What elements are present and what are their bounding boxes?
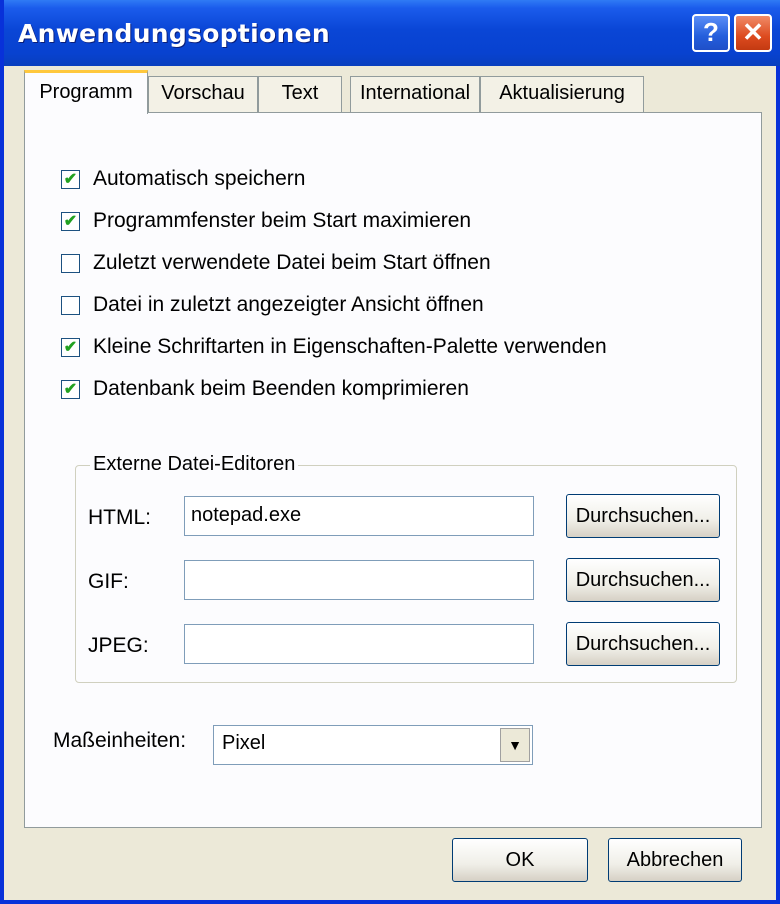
jpeg-label: JPEG: — [88, 634, 149, 657]
tab-vorschau[interactable]: Vorschau — [148, 76, 258, 112]
ok-button[interactable]: OK — [452, 838, 588, 882]
external-editors-group: Externe Datei-Editoren HTML: notepad.exe… — [75, 453, 737, 683]
browse-jpeg-button[interactable]: Durchsuchen... — [566, 622, 720, 666]
gif-label: GIF: — [88, 570, 129, 593]
html-editor-input[interactable]: notepad.exe — [184, 496, 534, 536]
units-label: Maßeinheiten: — [53, 729, 187, 752]
tab-programm[interactable]: Programm — [24, 70, 148, 114]
checkbox-icon[interactable]: ✔ — [61, 338, 80, 357]
option-label: Zuletzt verwendete Datei beim Start öffn… — [93, 251, 491, 274]
help-button[interactable]: ? — [692, 14, 730, 52]
option-label: Kleine Schriftarten in Eigenschaften-Pal… — [93, 335, 607, 358]
html-label: HTML: — [88, 506, 151, 529]
tab-aktualisierung[interactable]: Aktualisierung — [480, 76, 644, 112]
dropdown-arrow-icon[interactable]: ▼ — [500, 728, 530, 762]
tab-international[interactable]: International — [350, 76, 480, 112]
browse-gif-button[interactable]: Durchsuchen... — [566, 558, 720, 602]
tab-text[interactable]: Text — [258, 76, 342, 112]
option-label: Datenbank beim Beenden komprimieren — [93, 377, 469, 400]
checkbox-icon[interactable]: ✔ — [61, 380, 80, 399]
jpeg-editor-input[interactable] — [184, 624, 534, 664]
tab-strip: Programm Vorschau Text International Akt… — [24, 70, 764, 114]
close-button[interactable]: ✕ — [734, 14, 772, 52]
window-title: Anwendungsoptionen — [18, 19, 330, 48]
option-label: Datei in zuletzt angezeigter Ansicht öff… — [93, 293, 484, 316]
tab-panel-programm: ✔ Automatisch speichern ✔ Programmfenste… — [24, 112, 762, 828]
browse-html-button[interactable]: Durchsuchen... — [566, 494, 720, 538]
option-label: Programmfenster beim Start maximieren — [93, 209, 472, 232]
cancel-button[interactable]: Abbrechen — [608, 838, 742, 882]
checkbox-icon[interactable] — [61, 296, 80, 315]
gif-editor-input[interactable] — [184, 560, 534, 600]
title-bar[interactable]: Anwendungsoptionen ? ✕ — [4, 0, 780, 66]
checkbox-icon[interactable] — [61, 254, 80, 273]
checkbox-icon[interactable]: ✔ — [61, 212, 80, 231]
option-label: Automatisch speichern — [93, 167, 306, 190]
group-legend: Externe Datei-Editoren — [90, 453, 299, 476]
units-selected-value: Pixel — [222, 732, 266, 754]
checkbox-icon[interactable]: ✔ — [61, 170, 80, 189]
units-select[interactable]: Pixel ▼ — [213, 725, 533, 765]
options-dialog: Anwendungsoptionen ? ✕ Programm Vorschau… — [0, 0, 780, 904]
